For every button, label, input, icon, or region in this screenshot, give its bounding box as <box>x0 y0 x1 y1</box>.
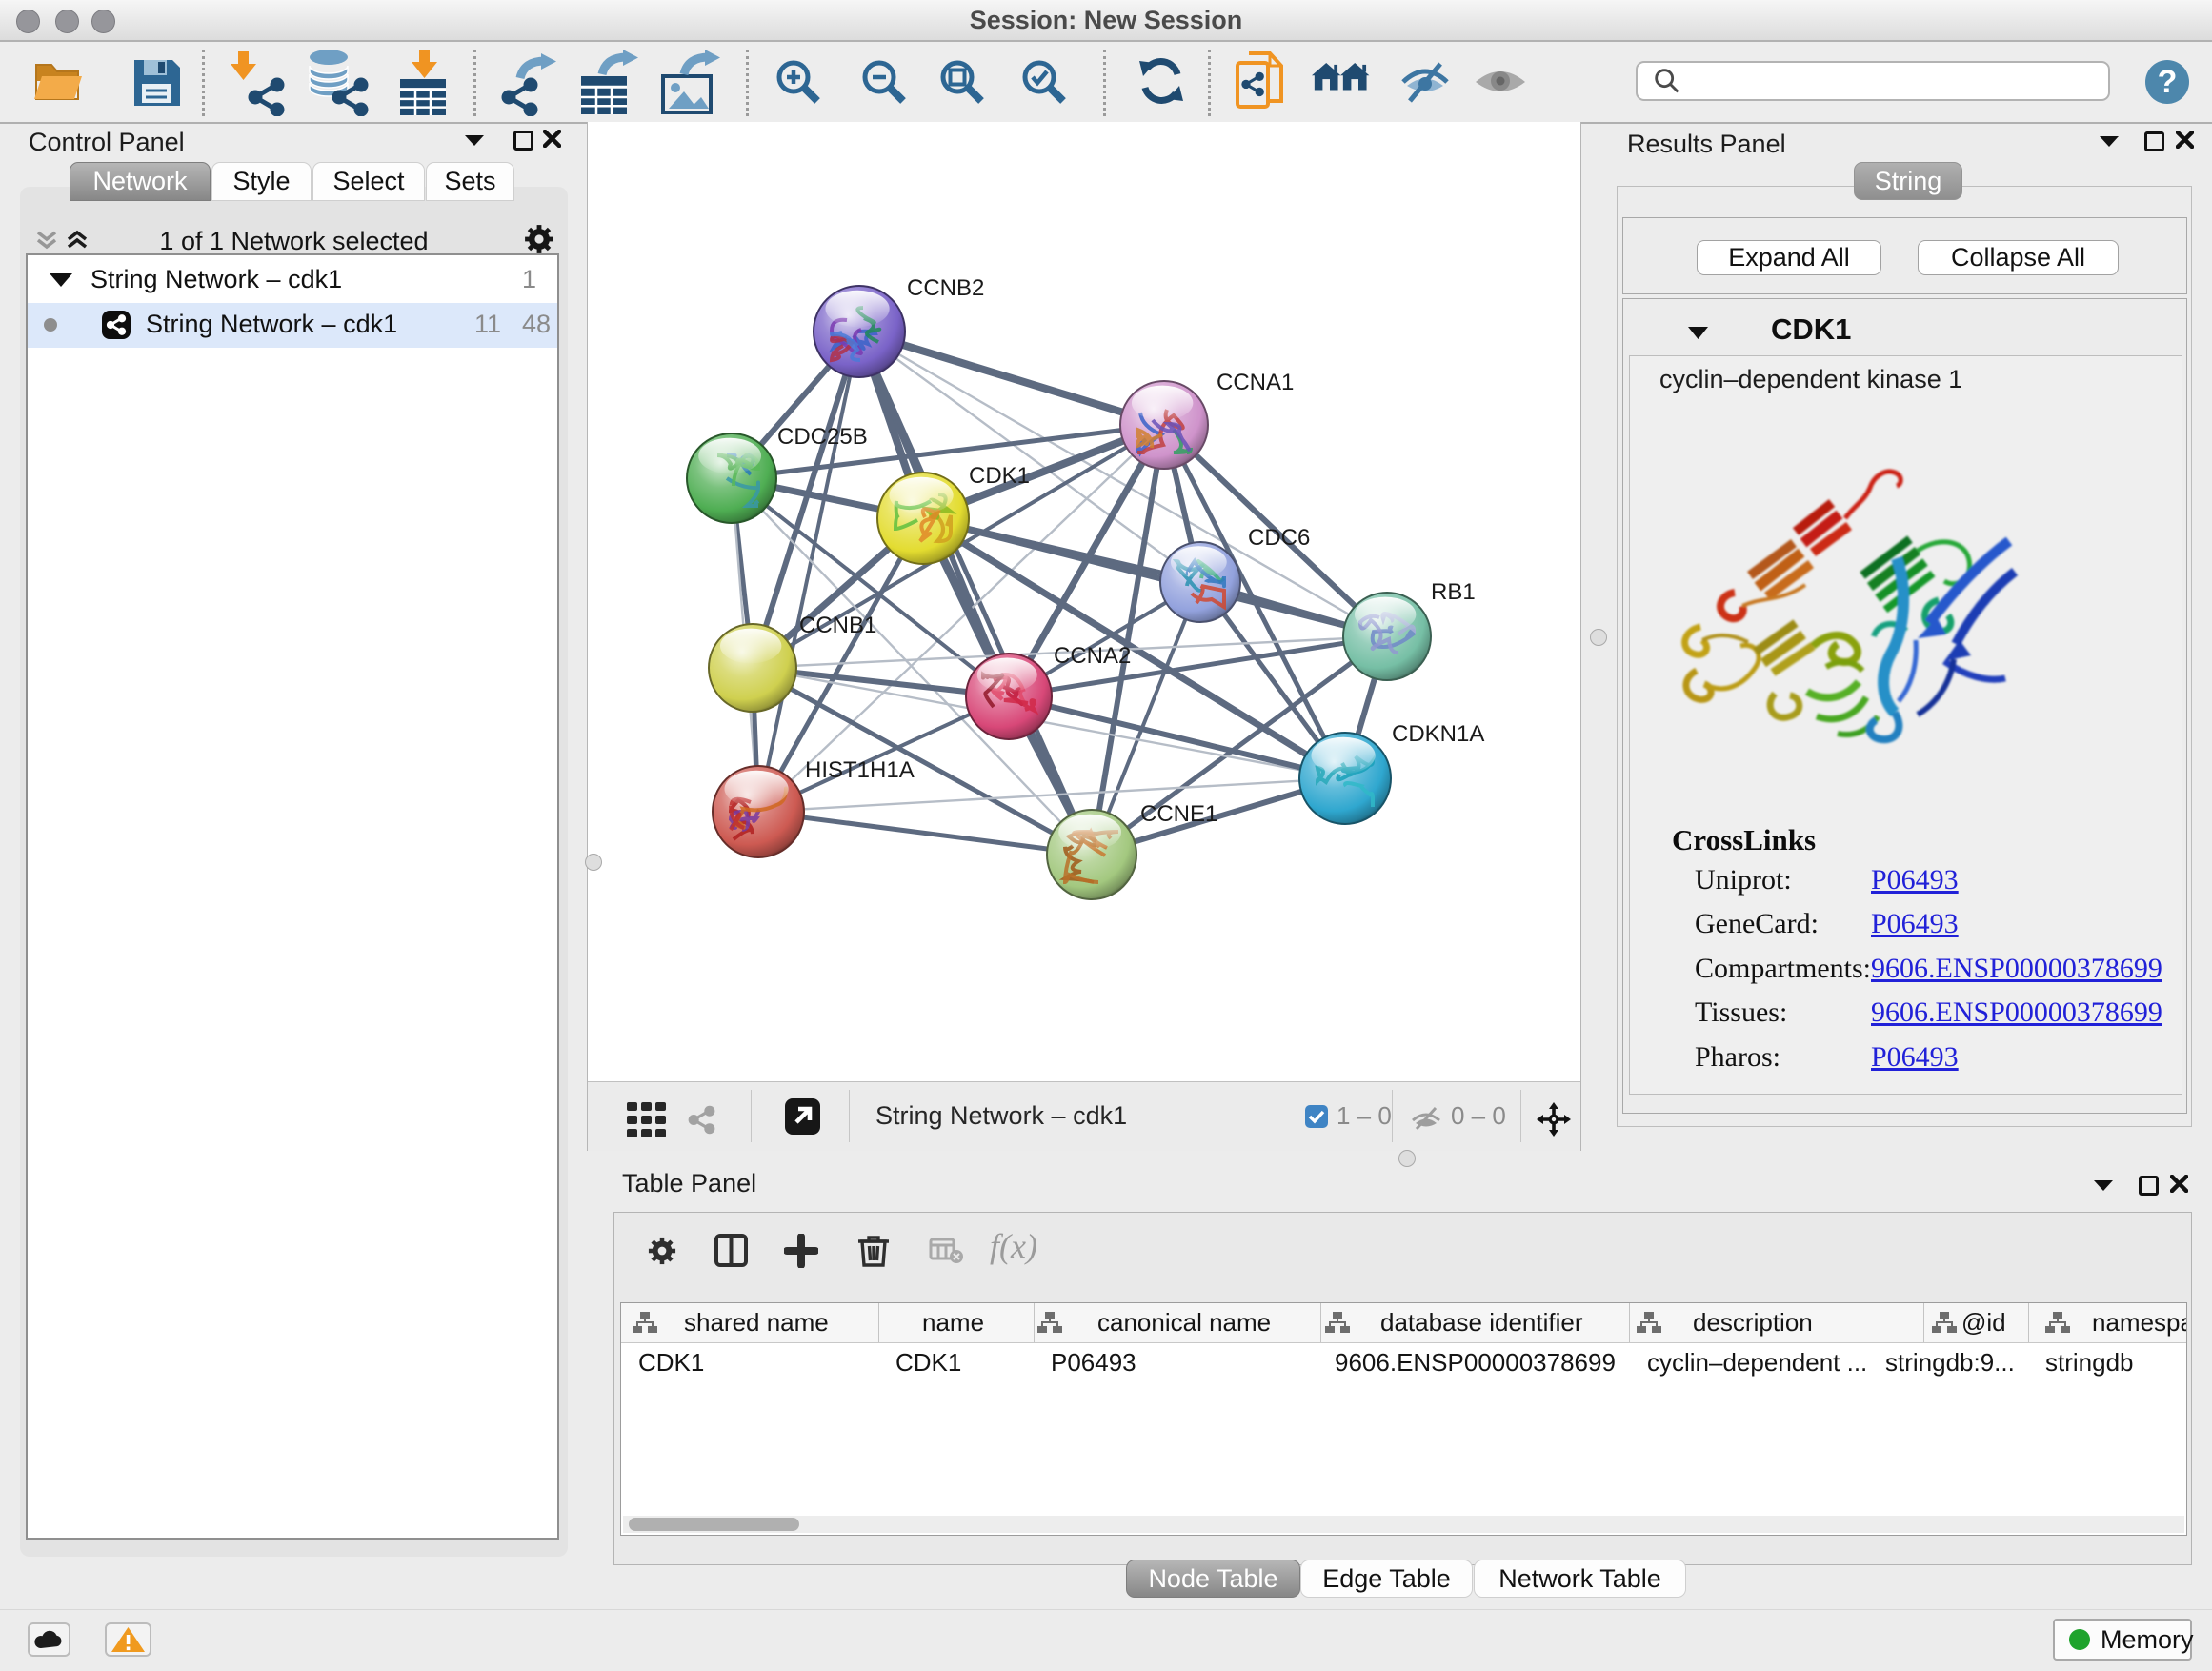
svg-text:CDC6: CDC6 <box>1248 525 1310 551</box>
svg-text:CCNA2: CCNA2 <box>1054 643 1131 669</box>
svg-text:CCNB1: CCNB1 <box>799 613 876 638</box>
svg-text:CCNB2: CCNB2 <box>907 275 984 301</box>
svg-text:CDC25B: CDC25B <box>777 424 868 450</box>
svg-text:CCNE1: CCNE1 <box>1140 801 1217 827</box>
svg-text:CDKN1A: CDKN1A <box>1392 721 1484 747</box>
svg-text:HIST1H1A: HIST1H1A <box>805 757 915 783</box>
svg-text:CCNA1: CCNA1 <box>1217 370 1294 395</box>
svg-text:CDK1: CDK1 <box>969 463 1030 489</box>
svg-text:RB1: RB1 <box>1431 579 1476 605</box>
